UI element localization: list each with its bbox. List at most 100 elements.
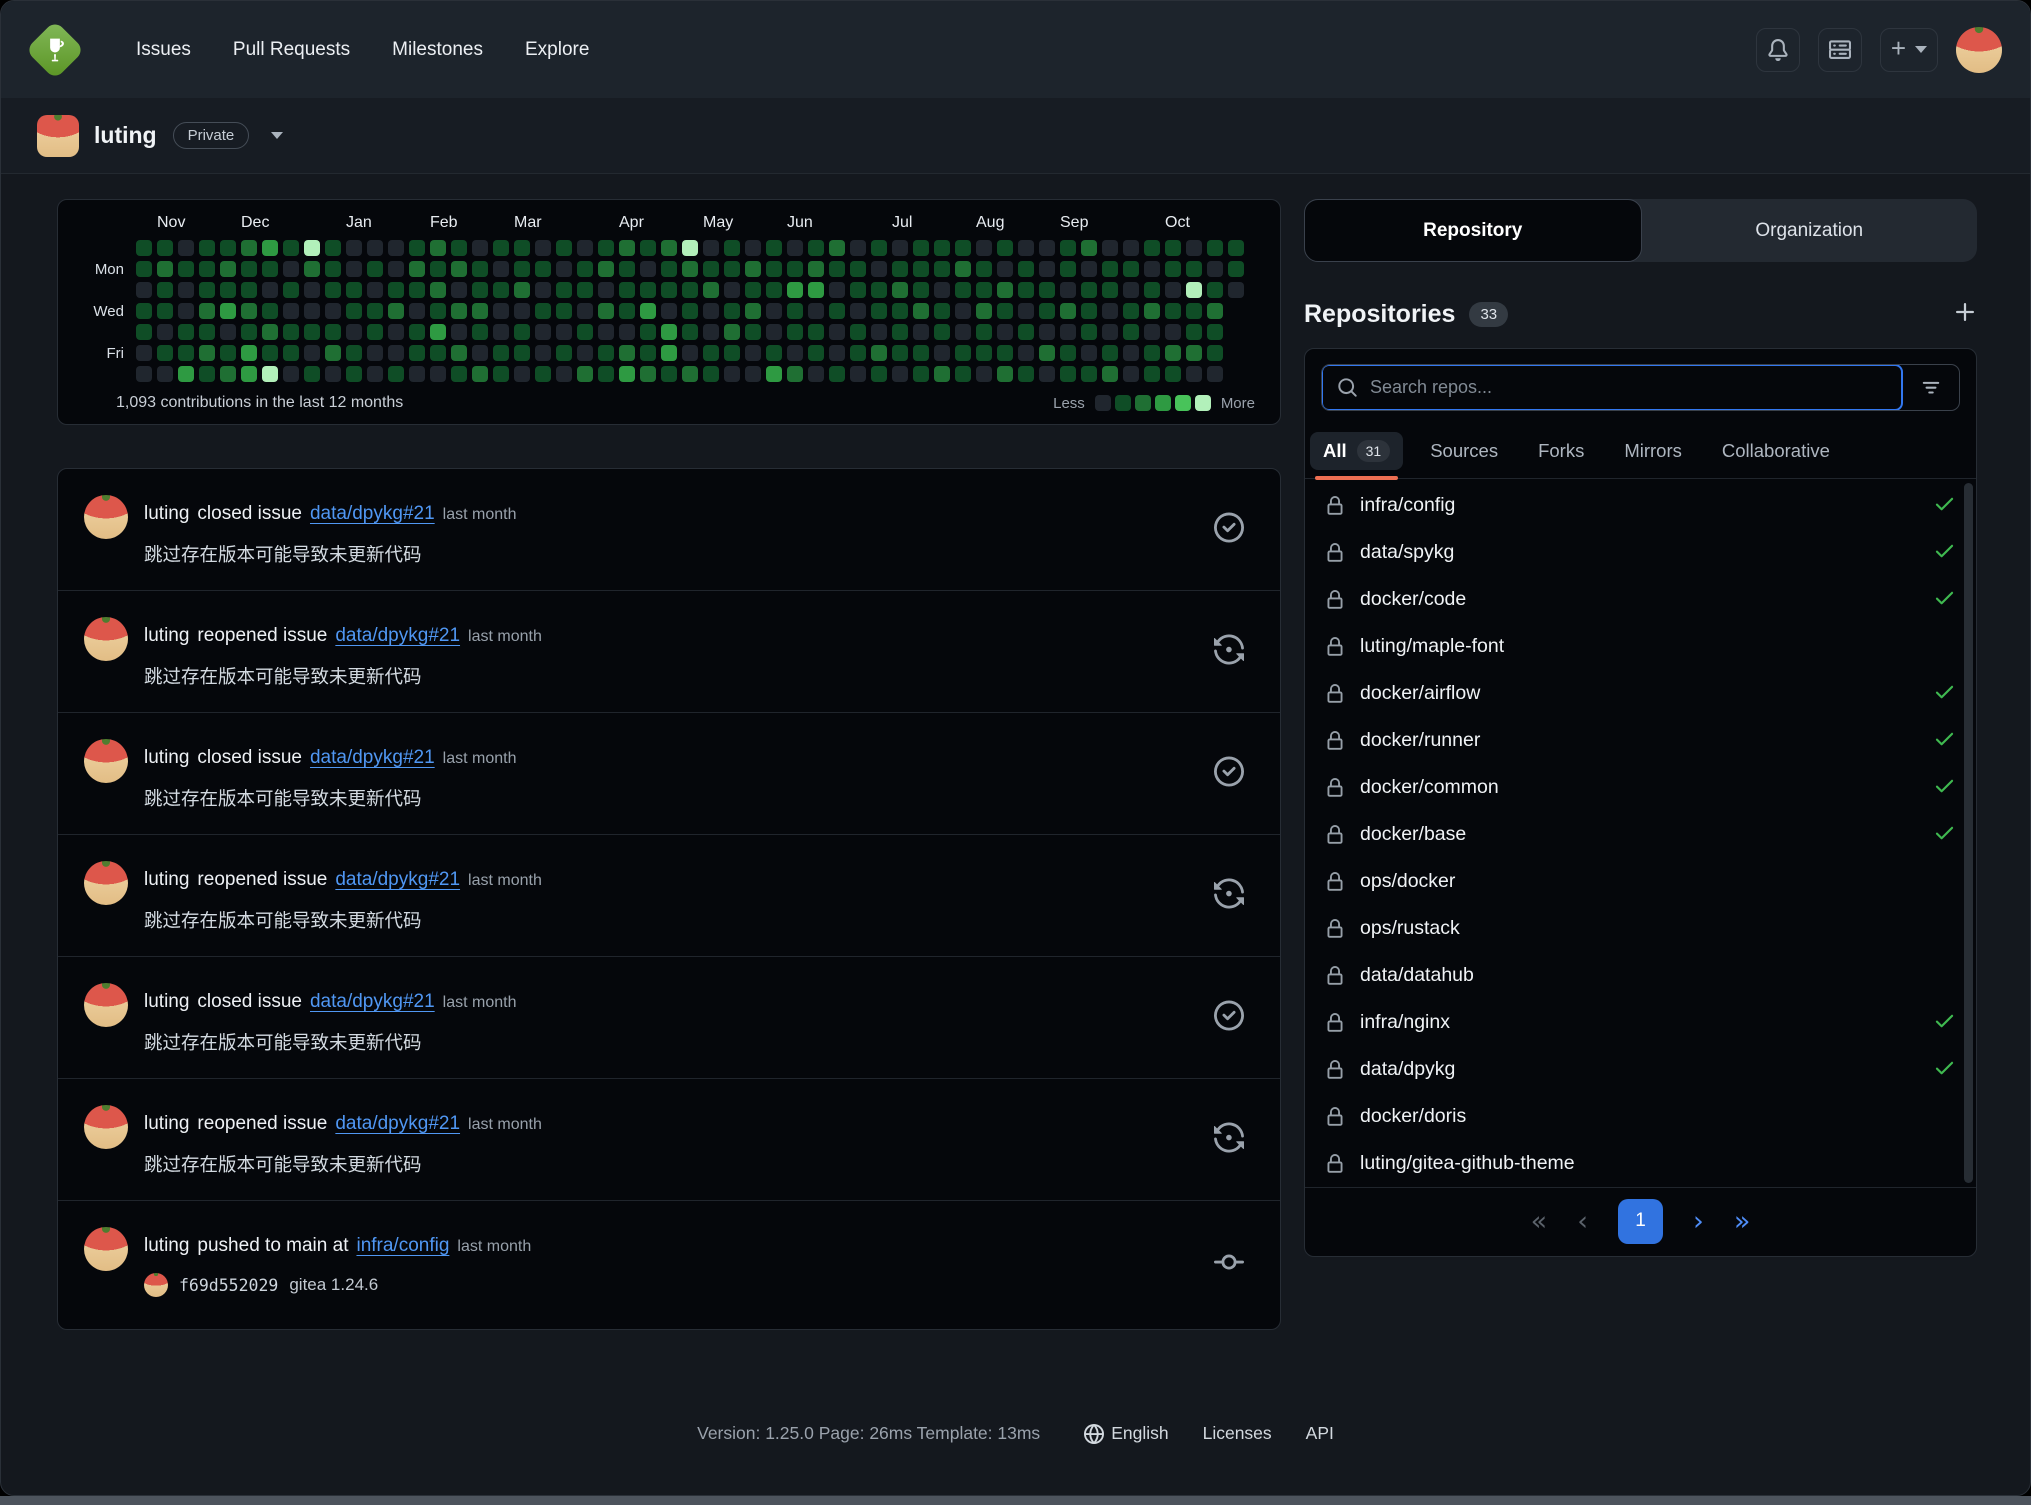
profile-avatar[interactable]	[37, 115, 79, 157]
repo-row[interactable]: data/datahub	[1305, 952, 1976, 999]
pagination-first-button[interactable]: «	[1531, 1208, 1548, 1235]
activity-actor[interactable]: luting	[144, 625, 189, 646]
activity-actor[interactable]: luting	[144, 991, 189, 1012]
heatmap-week-column	[283, 240, 299, 382]
repo-search-input[interactable]	[1370, 377, 1887, 398]
repo-filter-button[interactable]	[1903, 365, 1959, 410]
repo-name[interactable]: luting/maple-font	[1360, 635, 1504, 658]
activity-avatar[interactable]	[84, 617, 128, 661]
activity-actor[interactable]: luting	[144, 747, 189, 768]
repo-name[interactable]: docker/runner	[1360, 729, 1480, 752]
repo-name[interactable]: docker/airflow	[1360, 682, 1480, 705]
activity-actor[interactable]: luting	[144, 869, 189, 890]
repo-row[interactable]: data/dpykg	[1305, 1046, 1976, 1093]
heatmap-cell	[388, 261, 404, 277]
activity-avatar[interactable]	[84, 1227, 128, 1271]
horizontal-scrollbar[interactable]	[0, 1496, 2031, 1505]
heatmap-cell	[1207, 324, 1223, 340]
profile-dropdown-caret[interactable]	[271, 132, 283, 139]
activity-actor[interactable]: luting	[144, 1113, 189, 1134]
repo-filter-tab[interactable]: Mirrors	[1622, 430, 1684, 478]
repo-row[interactable]: ops/rustack	[1305, 905, 1976, 952]
activity-target-link[interactable]: data/dpykg#21	[310, 747, 435, 768]
repo-row[interactable]: ops/docker	[1305, 858, 1976, 905]
repo-row[interactable]: luting/maple-font	[1305, 623, 1976, 670]
repo-filter-tab[interactable]: Forks	[1536, 430, 1586, 478]
activity-target-link[interactable]: data/dpykg#21	[335, 625, 460, 646]
activity-target-link[interactable]: data/dpykg#21	[335, 869, 460, 890]
heatmap-cell	[388, 282, 404, 298]
api-link[interactable]: API	[1306, 1423, 1334, 1444]
repo-row[interactable]: docker/airflow	[1305, 670, 1976, 717]
repo-row[interactable]: docker/base	[1305, 811, 1976, 858]
activity-avatar[interactable]	[84, 495, 128, 539]
scope-tab[interactable]: Repository	[1304, 199, 1642, 262]
nav-link[interactable]: Issues	[119, 29, 208, 71]
nav-link[interactable]: Explore	[508, 29, 606, 71]
repo-name[interactable]: infra/config	[1360, 494, 1455, 517]
repo-name[interactable]: data/datahub	[1360, 964, 1474, 987]
legend-less-label: Less	[1053, 395, 1085, 412]
nav-link[interactable]: Milestones	[375, 29, 500, 71]
activity-target-link[interactable]: data/dpykg#21	[335, 1113, 460, 1134]
activity-target-link[interactable]: infra/config	[356, 1235, 449, 1256]
repo-row[interactable]: infra/config	[1305, 482, 1976, 529]
gitea-logo[interactable]	[29, 24, 81, 76]
repo-name[interactable]: data/dpykg	[1360, 1058, 1455, 1081]
pagination-prev-button[interactable]: ‹	[1577, 1208, 1588, 1235]
activity-avatar[interactable]	[84, 1105, 128, 1149]
repo-row[interactable]: infra/nginx	[1305, 999, 1976, 1046]
heatmap-cell	[178, 261, 194, 277]
repo-name[interactable]: ops/rustack	[1360, 917, 1460, 940]
repo-row[interactable]: luting/gitea-github-theme	[1305, 1140, 1976, 1187]
nav-link[interactable]: Pull Requests	[216, 29, 367, 71]
user-avatar[interactable]	[1956, 27, 2002, 73]
activity-avatar[interactable]	[84, 739, 128, 783]
activity-avatar[interactable]	[84, 861, 128, 905]
activity-actor[interactable]: luting	[144, 1235, 189, 1256]
repo-row[interactable]: docker/doris	[1305, 1093, 1976, 1140]
repo-name[interactable]: docker/base	[1360, 823, 1466, 846]
scope-tab[interactable]: Organization	[1642, 199, 1978, 262]
repo-name[interactable]: docker/code	[1360, 588, 1466, 611]
pagination-next-button[interactable]: ›	[1693, 1208, 1704, 1235]
nav-link-label: Milestones	[392, 39, 483, 60]
create-new-button[interactable]: +	[1880, 28, 1938, 72]
repo-name[interactable]: data/spykg	[1360, 541, 1454, 564]
repo-list-scrollbar[interactable]	[1964, 483, 1973, 1183]
language-selector[interactable]: English	[1084, 1423, 1168, 1444]
repo-name[interactable]: docker/common	[1360, 776, 1499, 799]
activity-target-link[interactable]: data/dpykg#21	[310, 503, 435, 524]
check-icon	[1933, 680, 1956, 703]
pagination-current-page[interactable]: 1	[1618, 1199, 1663, 1244]
repo-name[interactable]: luting/gitea-github-theme	[1360, 1152, 1575, 1175]
repo-name[interactable]: ops/docker	[1360, 870, 1455, 893]
lock-icon	[1325, 543, 1345, 563]
licenses-link[interactable]: Licenses	[1203, 1423, 1272, 1444]
activity-target-link[interactable]: data/dpykg#21	[310, 991, 435, 1012]
pagination-last-button[interactable]: »	[1734, 1208, 1751, 1235]
lock-icon	[1325, 590, 1345, 610]
repo-row[interactable]: docker/code	[1305, 576, 1976, 623]
nav-link-label: Explore	[525, 39, 589, 60]
repo-name[interactable]: infra/nginx	[1360, 1011, 1450, 1034]
repo-filter-tab[interactable]: Collaborative	[1720, 430, 1832, 478]
heatmap-cell	[535, 345, 551, 361]
activity-avatar[interactable]	[84, 983, 128, 1027]
activity-actor[interactable]: luting	[144, 503, 189, 524]
nav-links: IssuesPull Requests Milestones Explore	[119, 29, 606, 71]
repo-name[interactable]: docker/doris	[1360, 1105, 1466, 1128]
heatmap-cell	[451, 261, 467, 277]
admin-panel-button[interactable]	[1818, 28, 1862, 72]
commit-sha[interactable]: f69d552029	[179, 1276, 278, 1295]
repo-filter-tab[interactable]: Sources	[1428, 430, 1500, 478]
repo-row[interactable]: docker/common	[1305, 764, 1976, 811]
heatmap-month-label: Jul	[892, 214, 912, 232]
repo-row[interactable]: docker/runner	[1305, 717, 1976, 764]
repo-filter-tab[interactable]: All31	[1321, 430, 1392, 478]
new-repository-button[interactable]	[1953, 300, 1977, 329]
repo-row[interactable]: data/spykg	[1305, 529, 1976, 576]
notifications-button[interactable]	[1756, 28, 1800, 72]
issue-closed-icon	[1214, 1000, 1244, 1030]
lock-icon	[1325, 1154, 1345, 1174]
